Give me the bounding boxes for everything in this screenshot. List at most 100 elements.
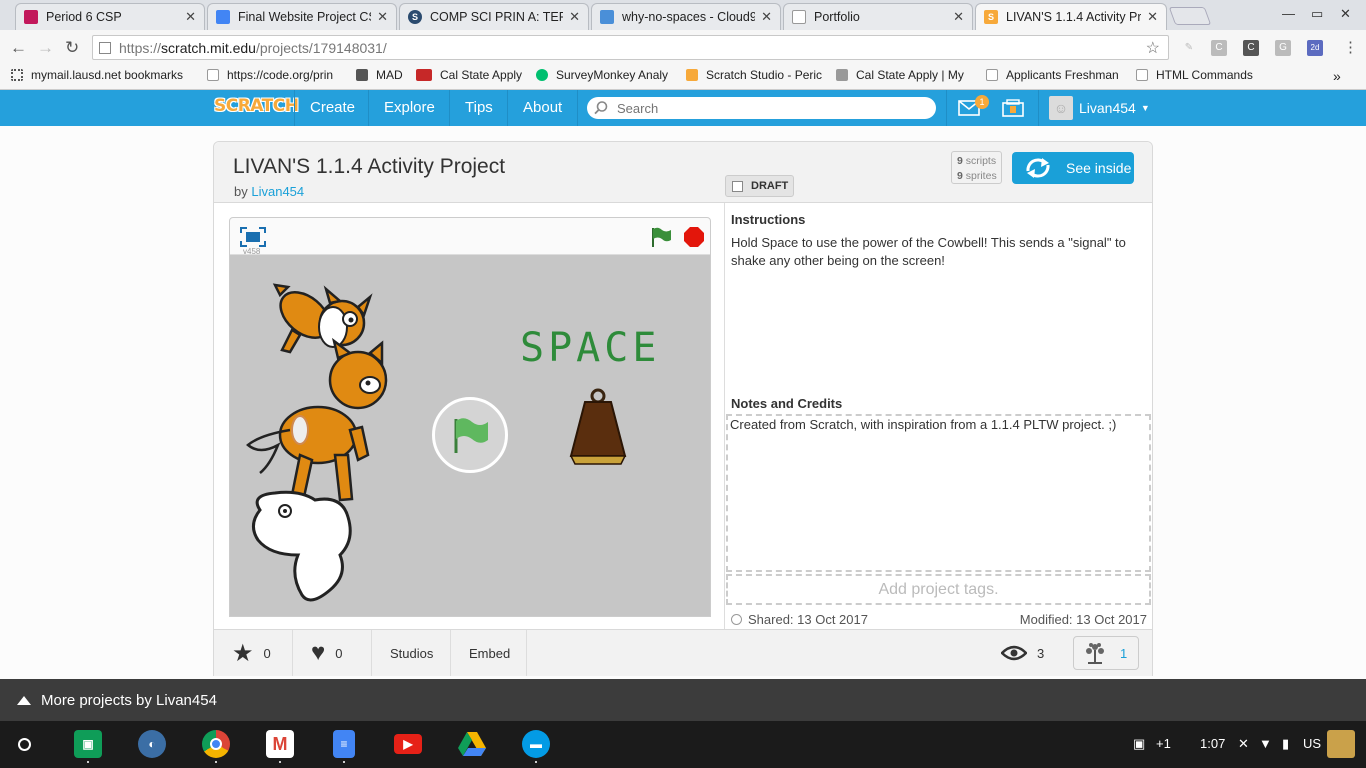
chrome-center xyxy=(210,738,222,750)
embed-button[interactable]: Embed xyxy=(451,630,527,676)
maximize-icon[interactable]: ▭ xyxy=(1311,6,1323,22)
forward-icon[interactable]: → xyxy=(37,38,54,58)
extension-icon[interactable]: C xyxy=(1211,40,1227,56)
close-icon[interactable]: ✕ xyxy=(377,9,388,25)
address-bar[interactable]: https://scratch.mit.edu/projects/1791480… xyxy=(92,35,1169,60)
views-count: 3 xyxy=(1037,645,1045,661)
launcher-icon[interactable] xyxy=(18,738,31,751)
page-icon xyxy=(986,69,998,81)
search-icon xyxy=(594,101,608,115)
close-icon[interactable]: ✕ xyxy=(185,9,196,25)
bookmark-item[interactable]: mymail.lausd.net bookmarks xyxy=(11,68,196,82)
love-button[interactable]: ♥ 0 xyxy=(293,630,372,676)
by-label: by xyxy=(234,184,248,199)
browser-tab[interactable]: Period 6 CSP ✕ xyxy=(15,3,205,30)
bookmark-item[interactable]: Cal State Apply xyxy=(416,68,526,82)
gmail-app-icon[interactable]: M xyxy=(266,730,294,758)
back-icon[interactable]: ← xyxy=(10,38,27,58)
byline: by Livan454 xyxy=(234,184,304,199)
close-icon[interactable]: ✕ xyxy=(569,9,580,25)
bookmark-label: mymail.lausd.net bookmarks xyxy=(31,68,184,82)
nav-about[interactable]: About xyxy=(507,90,579,126)
fullscreen-icon[interactable] xyxy=(240,227,266,247)
project-header: LIVAN'S 1.1.4 Activity Project by Livan4… xyxy=(214,142,1152,203)
tab-title: Period 6 CSP xyxy=(46,10,122,24)
stage-canvas[interactable]: SPACE xyxy=(230,255,710,616)
battery-icon[interactable]: ▮ xyxy=(1282,736,1289,752)
bookmark-item[interactable]: Cal State Apply | My xyxy=(836,68,974,82)
drive-app-icon[interactable] xyxy=(458,730,486,758)
page-info-icon[interactable] xyxy=(99,41,111,54)
menu-icon[interactable]: ⋮ xyxy=(1343,38,1358,56)
bookmarks-bar: mymail.lausd.net bookmarks https://code.… xyxy=(0,64,1366,90)
bookmark-item[interactable]: SurveyMonkey Analy xyxy=(536,68,673,82)
stop-icon[interactable] xyxy=(683,226,705,248)
close-icon[interactable]: ✕ xyxy=(1147,9,1158,25)
my-stuff-icon[interactable] xyxy=(1002,99,1024,117)
bookmark-item[interactable]: Applicants Freshman xyxy=(986,68,1124,82)
classroom-app-icon[interactable]: ▣ xyxy=(74,730,102,758)
bookmark-item[interactable]: Scratch Studio - Peric xyxy=(686,68,822,82)
remix-tree-icon xyxy=(1086,643,1104,664)
browser-toolbar: ← → ↻ https://scratch.mit.edu/projects/1… xyxy=(0,30,1366,64)
project-counts: 9 scripts 9 sprites xyxy=(951,151,1002,184)
see-inside-button[interactable]: See inside xyxy=(1012,152,1134,184)
minimize-icon[interactable]: — xyxy=(1282,6,1295,21)
bookmark-item[interactable]: https://code.org/prin xyxy=(207,68,342,82)
scratch-logo[interactable]: SCRATCH xyxy=(214,96,299,116)
browser-tab[interactable]: S COMP SCI PRIN A: TERM ✕ xyxy=(399,3,589,30)
extension-icon[interactable]: ✎ xyxy=(1181,40,1197,56)
favorite-button[interactable]: ★ 0 xyxy=(214,630,293,676)
extension-icon[interactable]: G xyxy=(1275,40,1291,56)
extension-icon[interactable]: 2d xyxy=(1307,40,1323,56)
nav-tips[interactable]: Tips xyxy=(449,90,508,126)
browser-tab[interactable]: Final Website Project CS ✕ xyxy=(207,3,397,30)
modified-date: Modified: 13 Oct 2017 xyxy=(1019,612,1147,627)
bookmark-item[interactable]: HTML Commands xyxy=(1136,68,1266,82)
drive-icon xyxy=(458,732,486,756)
studios-button[interactable]: Studios xyxy=(372,630,451,676)
docs-app-icon[interactable]: ≡ xyxy=(333,730,355,758)
new-tab-button[interactable] xyxy=(1168,7,1212,25)
reload-icon[interactable]: ↻ xyxy=(65,38,79,58)
close-icon[interactable]: ✕ xyxy=(953,9,964,25)
input-method[interactable]: US xyxy=(1303,736,1321,751)
mute-icon[interactable]: ✕ xyxy=(1238,736,1249,752)
bookmark-star-icon[interactable]: ☆ xyxy=(1146,38,1160,58)
cowbell-sprite xyxy=(569,388,627,465)
remix-tree-button[interactable]: 1 xyxy=(1073,636,1139,670)
notes-textarea[interactable]: Created from Scratch, with inspiration f… xyxy=(726,414,1151,572)
close-icon[interactable]: ✕ xyxy=(761,9,772,25)
bookmark-label: https://code.org/prin xyxy=(227,68,334,82)
user-avatar[interactable] xyxy=(1327,730,1355,758)
youtube-app-icon[interactable]: ▶ xyxy=(394,734,422,754)
close-window-icon[interactable]: ✕ xyxy=(1340,6,1351,22)
os-shelf: ▣ ◐ M ≡ ▶ ▬ ▣ +1 1:07 ✕ ▼ ▮ US xyxy=(0,721,1366,768)
search-input[interactable] xyxy=(617,100,917,116)
bookmark-item[interactable]: MAD xyxy=(356,68,408,82)
extension-icon[interactable]: C xyxy=(1243,40,1259,56)
wifi-icon[interactable]: ▼ xyxy=(1259,736,1272,751)
nav-create[interactable]: Create xyxy=(294,90,370,126)
chrome-app-icon[interactable] xyxy=(202,730,230,758)
files-app-icon[interactable]: ▬ xyxy=(522,730,550,758)
green-flag-icon[interactable] xyxy=(650,226,672,248)
notification-count[interactable]: +1 xyxy=(1156,736,1171,751)
checkbox-icon xyxy=(732,180,743,192)
clock[interactable]: 1:07 xyxy=(1200,736,1225,751)
screenshot-notification-icon[interactable]: ▣ xyxy=(1133,736,1145,752)
more-projects-bar[interactable]: More projects by Livan454 xyxy=(0,679,1366,721)
draft-checkbox[interactable]: DRAFT xyxy=(725,175,794,197)
tags-input[interactable]: Add project tags. xyxy=(726,574,1151,605)
browser-tab-active[interactable]: S LIVAN'S 1.1.4 Activity Pr ✕ xyxy=(975,3,1167,30)
more-bookmarks-button[interactable]: » xyxy=(1333,68,1341,84)
browser-tab[interactable]: Portfolio ✕ xyxy=(783,3,973,30)
user-menu[interactable]: ☺ Livan454 ▼ xyxy=(1038,90,1150,126)
nav-explore[interactable]: Explore xyxy=(368,90,450,126)
project-card: LIVAN'S 1.1.4 Activity Project by Livan4… xyxy=(213,141,1153,676)
instructions-text[interactable]: Hold Space to use the power of the Cowbe… xyxy=(731,234,1141,270)
play-overlay-button[interactable] xyxy=(432,397,508,473)
app-shield-icon[interactable]: ◐ xyxy=(138,730,166,758)
browser-tab[interactable]: why-no-spaces - Cloud9 ✕ xyxy=(591,3,781,30)
author-link[interactable]: Livan454 xyxy=(251,184,304,199)
